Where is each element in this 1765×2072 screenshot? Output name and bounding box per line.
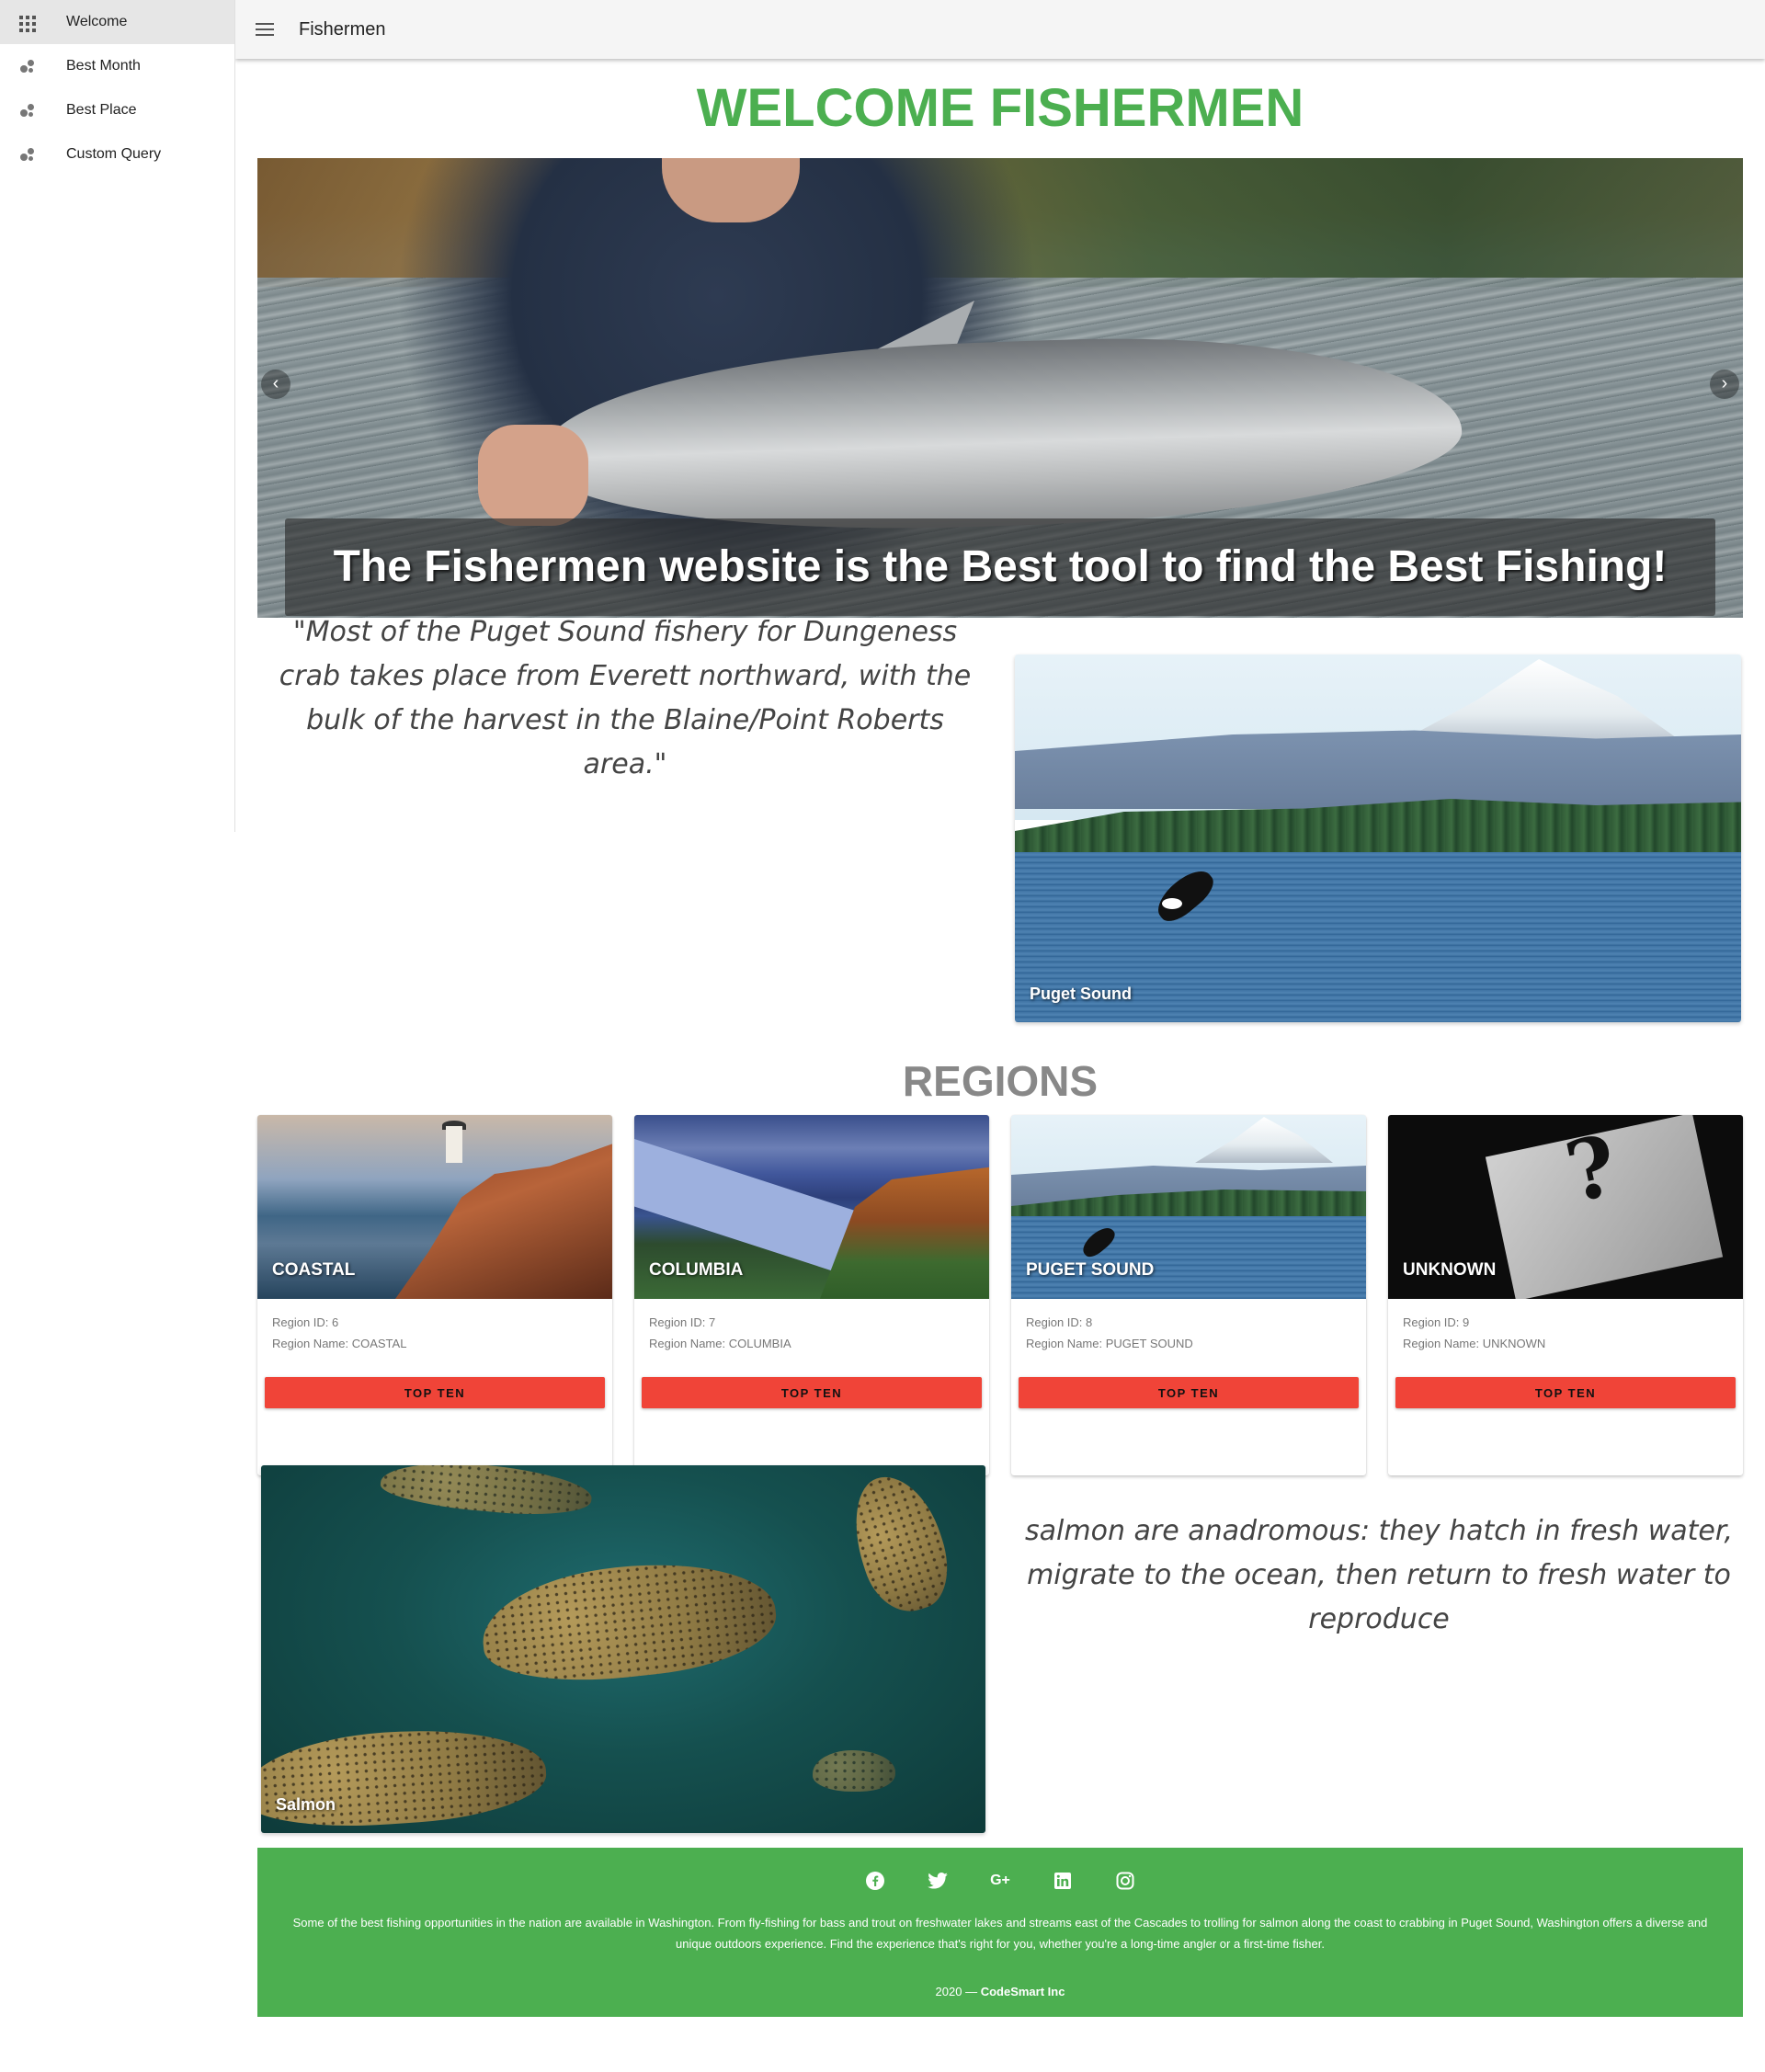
app-title: Fishermen: [299, 18, 386, 40]
region-title: UNKNOWN: [1403, 1260, 1497, 1280]
google-plus-icon[interactable]: G+: [989, 1870, 1011, 1892]
footer-copyright: 2020 — CodeSmart Inc: [257, 1985, 1743, 1998]
region-image: COLUMBIA: [634, 1115, 989, 1299]
app-bar: Fishermen: [235, 0, 1765, 59]
menu-icon[interactable]: [256, 23, 274, 36]
region-name-label: Region Name: UNKNOWN: [1403, 1337, 1546, 1350]
salmon-image: Salmon: [261, 1465, 985, 1833]
social-links: G+: [257, 1870, 1743, 1892]
main-content: WELCOME FISHERMEN ‹ › The Fishermen webs…: [257, 59, 1743, 2017]
top-ten-button[interactable]: TOP TEN: [1019, 1377, 1359, 1408]
sidebar-item-label: Welcome: [66, 14, 128, 29]
region-id: Region ID: 7: [649, 1315, 716, 1329]
hero-caption: The Fishermen website is the Best tool t…: [285, 518, 1715, 616]
region-id: Region ID: 9: [1403, 1315, 1470, 1329]
hero-carousel[interactable]: ‹ › The Fishermen website is the Best to…: [257, 158, 1743, 618]
hero-image-hand: [478, 425, 588, 526]
page-title: WELCOME FISHERMEN: [696, 78, 1304, 138]
puget-sound-image: Puget Sound: [1015, 655, 1741, 1022]
sidebar-item-label: Best Place: [66, 102, 137, 118]
region-title: COASTAL: [272, 1260, 356, 1280]
facebook-icon[interactable]: [864, 1870, 886, 1892]
region-image: PUGET SOUND: [1011, 1115, 1366, 1299]
sidebar-item-custom-query[interactable]: Custom Query: [0, 132, 234, 176]
region-image: COASTAL: [257, 1115, 612, 1299]
top-ten-button[interactable]: TOP TEN: [265, 1377, 605, 1408]
footer-description: Some of the best fishing opportunities i…: [292, 1916, 1708, 1951]
image-caption: Salmon: [276, 1795, 336, 1814]
region-meta: Region ID: 7 Region Name: COLUMBIA: [649, 1312, 791, 1354]
sidebar-item-best-month[interactable]: Best Month: [0, 44, 234, 88]
region-name-label: Region Name: COLUMBIA: [649, 1337, 791, 1350]
region-id: Region ID: 8: [1026, 1315, 1093, 1329]
region-meta: Region ID: 6 Region Name: COASTAL: [272, 1312, 406, 1354]
chevron-left-icon[interactable]: ‹: [261, 370, 290, 399]
region-card-coastal: COASTAL Region ID: 6 Region Name: COASTA…: [257, 1115, 612, 1475]
bubble-chart-icon: [18, 102, 35, 119]
chevron-right-icon[interactable]: ›: [1710, 370, 1739, 399]
sidebar-item-label: Custom Query: [66, 146, 162, 162]
region-title: COLUMBIA: [649, 1260, 744, 1280]
region-card-puget-sound: PUGET SOUND Region ID: 8 Region Name: PU…: [1011, 1115, 1366, 1475]
bubble-chart-icon: [18, 58, 35, 74]
region-card-unknown: ? UNKNOWN Region ID: 9 Region Name: UNKN…: [1388, 1115, 1743, 1475]
region-meta: Region ID: 8 Region Name: PUGET SOUND: [1026, 1312, 1193, 1354]
copyright-year: 2020 —: [935, 1985, 978, 1998]
apps-icon: [18, 14, 36, 32]
orca-belly: [1162, 898, 1182, 909]
image-caption: Puget Sound: [1030, 985, 1132, 1003]
linkedin-icon[interactable]: [1052, 1870, 1074, 1892]
region-name-label: Region Name: PUGET SOUND: [1026, 1337, 1193, 1350]
region-title: PUGET SOUND: [1026, 1260, 1155, 1280]
sidebar-item-best-place[interactable]: Best Place: [0, 88, 234, 132]
crab-quote: "Most of the Puget Sound fishery for Dun…: [279, 616, 972, 780]
region-image: ? UNKNOWN: [1388, 1115, 1743, 1299]
regions-title: REGIONS: [902, 1057, 1099, 1105]
top-ten-button[interactable]: TOP TEN: [642, 1377, 982, 1408]
sidebar-item-welcome[interactable]: Welcome: [0, 0, 234, 44]
sidebar-item-label: Best Month: [66, 58, 141, 74]
region-name-label: Region Name: COASTAL: [272, 1337, 407, 1350]
twitter-icon[interactable]: [927, 1870, 949, 1892]
bubble-chart-icon: [18, 146, 35, 163]
region-meta: Region ID: 9 Region Name: UNKNOWN: [1403, 1312, 1545, 1354]
company-name: CodeSmart Inc: [980, 1985, 1065, 1998]
footer: G+ Some of the best fishing opportunitie…: [257, 1848, 1743, 2017]
region-id: Region ID: 6: [272, 1315, 339, 1329]
top-ten-button[interactable]: TOP TEN: [1395, 1377, 1736, 1408]
instagram-icon[interactable]: [1114, 1870, 1136, 1892]
region-card-columbia: COLUMBIA Region ID: 7 Region Name: COLUM…: [634, 1115, 989, 1475]
sidebar: Welcome Best Month Best Place Custom Que…: [0, 0, 235, 832]
salmon-quote: salmon are anadromous: they hatch in fre…: [1025, 1515, 1733, 1635]
